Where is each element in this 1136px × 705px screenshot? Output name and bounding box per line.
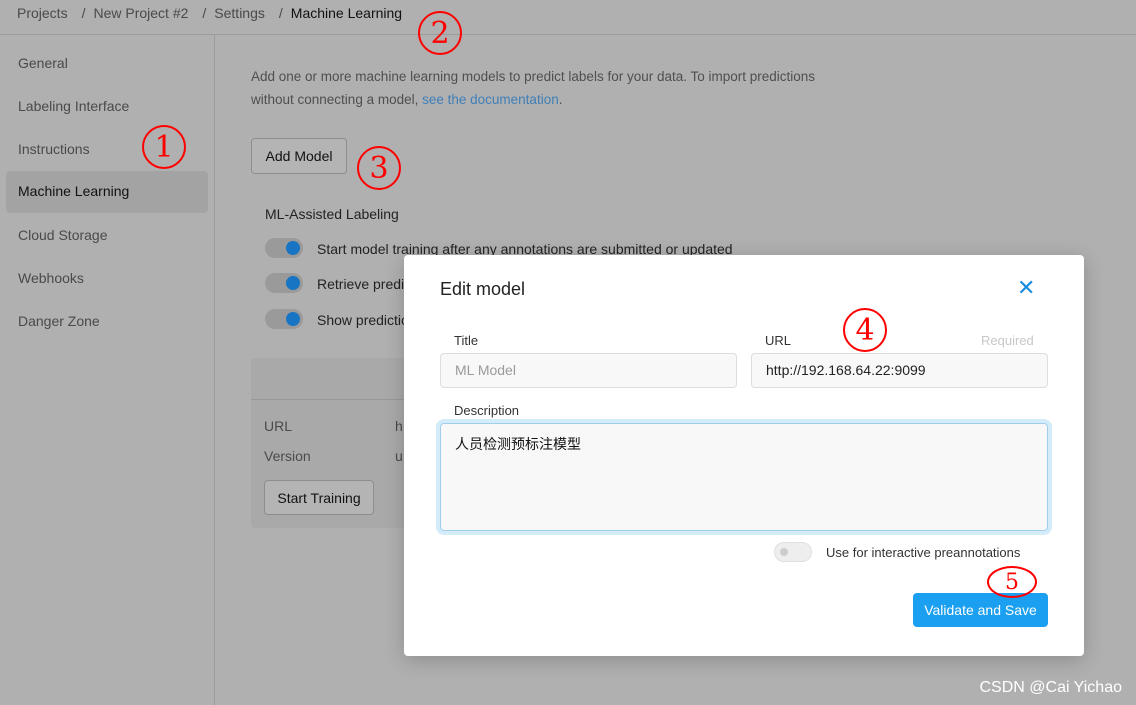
url-label: URL (765, 333, 792, 348)
validate-and-save-button[interactable]: Validate and Save (913, 593, 1048, 627)
desc-line-1: Add one or more machine learning models … (251, 69, 816, 84)
version-label: Version (264, 448, 311, 464)
url-label: URL (264, 418, 293, 434)
toggle-label: Retrieve predic (317, 276, 412, 292)
title-input[interactable]: ML Model (440, 353, 737, 388)
toggle-retrieve-predictions[interactable] (265, 273, 303, 293)
interactive-label: Use for interactive preannotations (826, 545, 1021, 560)
desc-line-2: without connecting a model, (251, 92, 423, 107)
breadcrumb-current: Machine Learning (290, 5, 403, 21)
modal-title: Edit model (440, 279, 526, 299)
breadcrumb-settings[interactable]: Settings (214, 5, 265, 21)
ml-assisted-heading: ML-Assisted Labeling (265, 206, 399, 222)
required-hint: Required (981, 333, 1034, 348)
sidebar-item-danger-zone[interactable]: Danger Zone (6, 301, 208, 343)
toggle-start-training[interactable] (265, 238, 303, 258)
watermark: CSDN @Cai Yichao (979, 679, 1122, 696)
version-value: u (395, 448, 403, 464)
start-training-button[interactable]: Start Training (264, 480, 374, 515)
description-textarea[interactable]: 人员检测预标注模型 (440, 423, 1048, 531)
annotation-4: 4 (843, 308, 887, 352)
annotation-5: 5 (987, 566, 1037, 598)
toggle-show-predictions[interactable] (265, 309, 303, 329)
breadcrumb-projects[interactable]: Projects (17, 5, 68, 21)
annotation-3: 3 (357, 146, 401, 190)
documentation-link[interactable]: see the documentation (422, 92, 559, 107)
interactive-toggle[interactable] (774, 542, 812, 562)
breadcrumb: Projects / New Project #2/Settings / Machine… (17, 5, 403, 21)
description-label: Description (454, 403, 520, 418)
title-label: Title (454, 333, 479, 348)
url-value: h (395, 418, 403, 434)
sidebar-item-webhooks[interactable]: Webhooks (6, 258, 208, 300)
edit-model-modal: Edit model ✕ Title ML Model URL Required… (404, 255, 1084, 656)
url-input[interactable]: http://192.168.64.22:9099 (751, 353, 1048, 388)
sidebar-item-machine-learning[interactable]: Machine Learning (6, 171, 208, 213)
close-icon[interactable]: ✕ (1017, 275, 1035, 301)
sidebar-item-cloud-storage[interactable]: Cloud Storage (6, 215, 208, 257)
sidebar-item-general[interactable]: General (6, 43, 208, 85)
toggle-label: Show predictio (317, 312, 409, 328)
description: Add one or more machine learning models … (251, 65, 851, 111)
annotation-2: 2 (418, 11, 462, 55)
breadcrumb-project[interactable]: New Project #2 (93, 5, 188, 21)
sidebar-item-labeling-interface[interactable]: Labeling Interface (6, 86, 208, 128)
add-model-button[interactable]: Add Model (251, 138, 347, 174)
desc-end: . (558, 92, 563, 107)
annotation-1: 1 (142, 125, 186, 169)
